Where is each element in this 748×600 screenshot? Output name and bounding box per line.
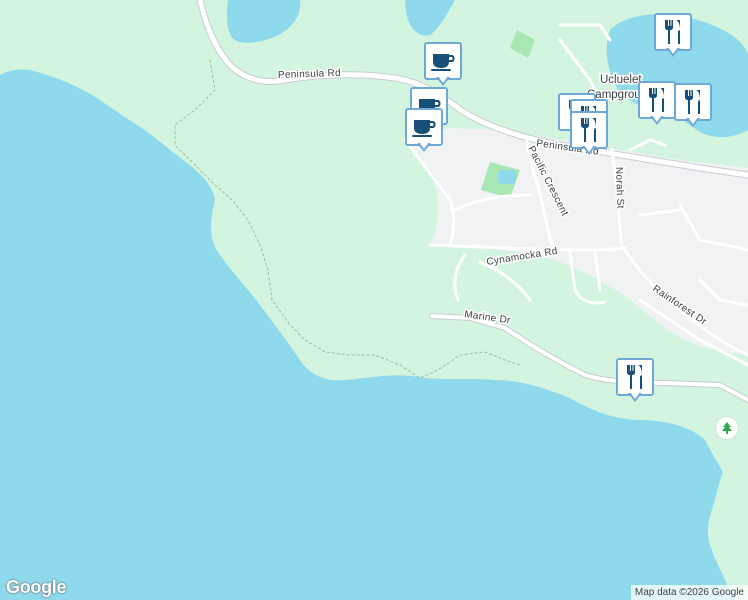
place-label-ucluelet-campground: Ucluelet [600, 74, 642, 86]
restaurant-marker[interactable] [570, 111, 608, 159]
restaurant-marker[interactable] [674, 83, 712, 131]
marker-tail-inner [630, 392, 640, 399]
restaurant-marker[interactable] [654, 13, 692, 61]
fork-knife-icon [624, 363, 646, 391]
map-canvas[interactable]: Peninsula Rd Peninsula Rd Pacific Cresce… [0, 0, 748, 600]
coffee-cup-icon [411, 116, 437, 138]
fork-knife-icon [682, 88, 704, 116]
cafe-marker[interactable] [405, 108, 443, 156]
tree-icon [722, 422, 732, 434]
fork-knife-icon [662, 18, 684, 46]
map-attribution[interactable]: Map data ©2026 Google [630, 585, 748, 600]
restaurant-marker[interactable] [616, 358, 654, 406]
road-label-norah-st: Norah St [613, 167, 625, 209]
marker-tail-inner [419, 142, 429, 149]
marker-tail-inner [652, 115, 662, 122]
park-marker[interactable] [715, 416, 739, 440]
restaurant-marker-pin [654, 13, 692, 51]
google-logo: Google [6, 577, 67, 597]
fork-knife-icon [646, 86, 668, 114]
cafe-marker-pin [424, 42, 462, 80]
restaurant-marker-pin [638, 81, 676, 119]
road-label-peninsula-rd-west: Peninsula Rd [278, 68, 341, 81]
cafe-marker-pin [405, 108, 443, 146]
coffee-cup-icon [430, 50, 456, 72]
cafe-marker[interactable] [424, 42, 462, 90]
marker-tail-inner [584, 145, 594, 152]
marker-tail-inner [668, 47, 678, 54]
marker-tail-inner [438, 76, 448, 83]
restaurant-marker[interactable] [638, 81, 676, 129]
fork-knife-icon [578, 116, 600, 144]
restaurant-marker-pin [570, 111, 608, 149]
restaurant-marker-pin [674, 83, 712, 121]
restaurant-marker-pin [616, 358, 654, 396]
pond [498, 170, 516, 184]
marker-tail-inner [688, 117, 698, 124]
